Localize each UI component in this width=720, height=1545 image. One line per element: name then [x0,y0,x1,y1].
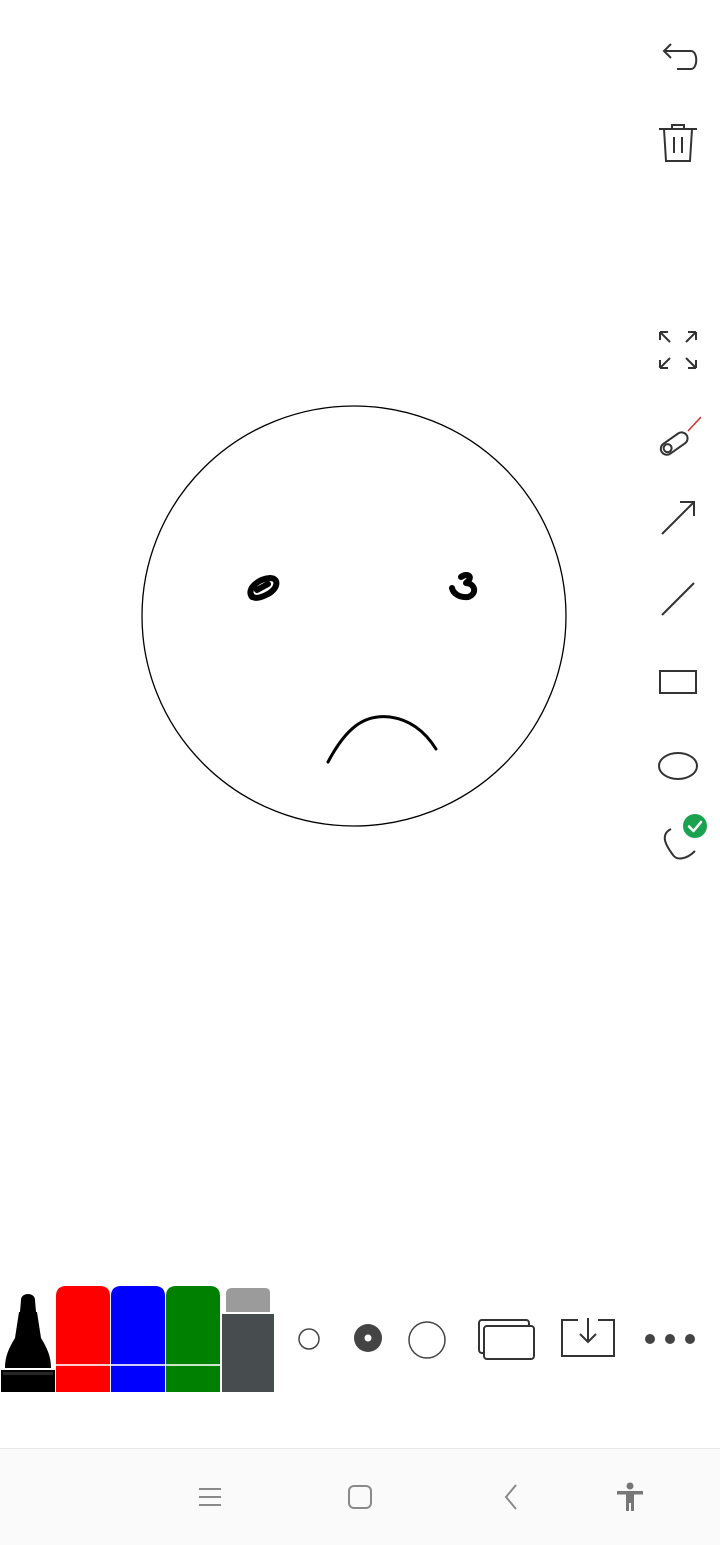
laser-pointer-icon [659,416,701,456]
home-button[interactable] [336,1473,384,1521]
more-icon [645,1334,695,1344]
undo-button[interactable] [650,30,706,86]
pages-icon [478,1319,535,1360]
eraser-tool[interactable] [221,1286,275,1392]
accessibility-icon [617,1482,643,1511]
pages-button[interactable] [476,1316,536,1362]
back-button[interactable] [488,1473,536,1521]
stroke-size-large[interactable] [407,1320,447,1360]
delete-button[interactable] [650,114,706,170]
line-tool-button[interactable] [650,570,706,626]
menu-icon [199,1488,221,1506]
drawing-canvas[interactable] [0,0,720,1240]
ellipse-icon [658,752,698,780]
fullscreen-button[interactable] [650,322,706,378]
back-icon [504,1484,517,1510]
rectangle-icon [659,670,697,694]
blue-marker[interactable] [111,1286,165,1392]
expand-icon [659,331,697,369]
line-icon [661,582,695,616]
selected-check-icon [683,814,707,838]
home-icon [348,1485,372,1509]
black-marker[interactable] [1,1286,55,1392]
rectangle-tool-button[interactable] [650,652,706,708]
ellipse-tool-button[interactable] [650,734,706,790]
stroke-size-small[interactable] [296,1326,322,1352]
recents-button[interactable] [186,1473,234,1521]
right-eye-stroke [449,571,478,601]
frown-mouth-stroke [326,715,438,764]
stroke-size-medium[interactable] [352,1322,384,1354]
laser-pointer-button[interactable] [650,408,706,464]
trash-icon [659,124,697,162]
undo-icon [662,43,698,70]
system-nav-bar [0,1448,720,1545]
arrow-icon [661,501,695,535]
green-marker[interactable] [166,1286,220,1392]
red-marker[interactable] [56,1286,110,1392]
accessibility-button[interactable] [606,1473,654,1521]
more-button[interactable] [640,1326,700,1352]
left-eye-stroke [247,575,280,601]
face-circle [141,405,567,827]
download-icon [561,1318,615,1357]
arrow-tool-button[interactable] [650,490,706,546]
save-button[interactable] [558,1314,618,1360]
